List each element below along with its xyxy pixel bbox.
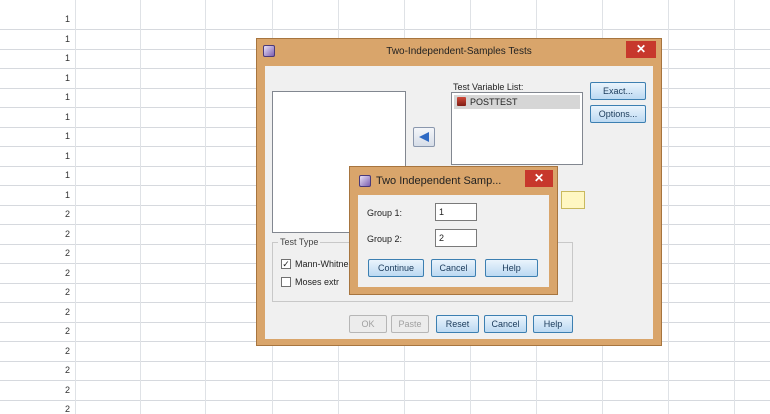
continue-button[interactable]: Continue — [368, 259, 424, 277]
row-cell-value: 1 — [64, 33, 70, 44]
exact-button[interactable]: Exact... — [590, 82, 646, 100]
test-variable-list[interactable]: POSTTEST — [451, 92, 583, 165]
test-type-label: Test Type — [278, 237, 321, 247]
row-cell-value: 1 — [64, 72, 70, 83]
row-cell-value: 1 — [64, 92, 70, 102]
arrow-left-icon — [419, 132, 429, 142]
row-cell-value: 1 — [64, 111, 70, 122]
row-cell-value: 2 — [64, 365, 70, 375]
row-cell-value: 1 — [64, 53, 70, 63]
row-cell-value: 2 — [64, 287, 70, 297]
scale-variable-icon — [457, 97, 466, 106]
row-cell-value: 2 — [64, 267, 70, 278]
define-groups-dialog: Two Independent Samp... ✕ Group 1: 1 Gro… — [349, 166, 558, 295]
row-cell-value: 2 — [64, 209, 70, 219]
grid-column-divider — [205, 0, 206, 414]
options-button[interactable]: Options... — [590, 105, 646, 123]
row-cell-value: 2 — [64, 306, 70, 317]
row-cell-value: 1 — [64, 170, 70, 180]
sub-dialog-title: Two Independent Samp... — [376, 175, 502, 187]
grid-row[interactable]: 1 — [0, 10, 770, 30]
move-variable-button[interactable] — [413, 127, 435, 147]
dialog-title: Two-Independent-Samples Tests — [386, 46, 532, 57]
reset-button[interactable]: Reset — [436, 315, 479, 333]
grid-row[interactable]: 2 — [0, 400, 770, 414]
spss-app-icon — [359, 175, 371, 187]
row-cell-value: 1 — [64, 14, 70, 24]
mann-whitney-checkbox[interactable]: ✓ — [281, 259, 291, 269]
row-cell-value: 2 — [64, 326, 70, 336]
row-cell-value: 1 — [64, 150, 70, 161]
grid-column-divider — [668, 0, 669, 414]
grid-column-divider — [140, 0, 141, 414]
grid-column-divider — [734, 0, 735, 414]
group2-label: Group 2: — [367, 234, 403, 244]
cancel-button[interactable]: Cancel — [484, 315, 527, 333]
grid-row[interactable]: 2 — [0, 381, 770, 401]
sub-dialog-client: Group 1: 1 Group 2: 2 Continue Cancel He… — [358, 195, 549, 287]
close-button[interactable]: ✕ — [626, 41, 656, 58]
group2-input[interactable]: 2 — [435, 229, 477, 247]
row-cell-value: 2 — [64, 404, 70, 414]
list-item[interactable]: POSTTEST — [454, 95, 580, 109]
variable-name: POSTTEST — [470, 97, 518, 107]
moses-label: Moses extr — [295, 277, 340, 287]
row-cell-value: 1 — [64, 131, 70, 141]
sub-help-button[interactable]: Help — [485, 259, 538, 277]
row-cell-value: 2 — [64, 248, 70, 258]
group1-input[interactable]: 1 — [435, 203, 477, 221]
row-cell-value: 1 — [64, 189, 70, 200]
help-button[interactable]: Help — [533, 315, 573, 333]
ok-button[interactable]: OK — [349, 315, 387, 333]
mann-whitney-label: Mann-Whitne — [295, 259, 349, 269]
test-variable-label: Test Variable List: — [453, 82, 524, 92]
grouping-variable-field[interactable] — [561, 191, 585, 209]
sub-close-button[interactable]: ✕ — [525, 170, 553, 187]
paste-button[interactable]: Paste — [391, 315, 429, 333]
sub-cancel-button[interactable]: Cancel — [431, 259, 476, 277]
dialog-titlebar[interactable]: Two-Independent-Samples Tests ✕ — [257, 39, 661, 64]
row-cell-value: 2 — [64, 345, 70, 356]
row-cell-value: 2 — [64, 228, 70, 239]
moses-checkbox[interactable] — [281, 277, 291, 287]
grid-column-divider — [75, 0, 76, 414]
row-cell-value: 2 — [64, 384, 70, 395]
group1-label: Group 1: — [367, 208, 403, 218]
grid-row[interactable]: 2 — [0, 361, 770, 381]
